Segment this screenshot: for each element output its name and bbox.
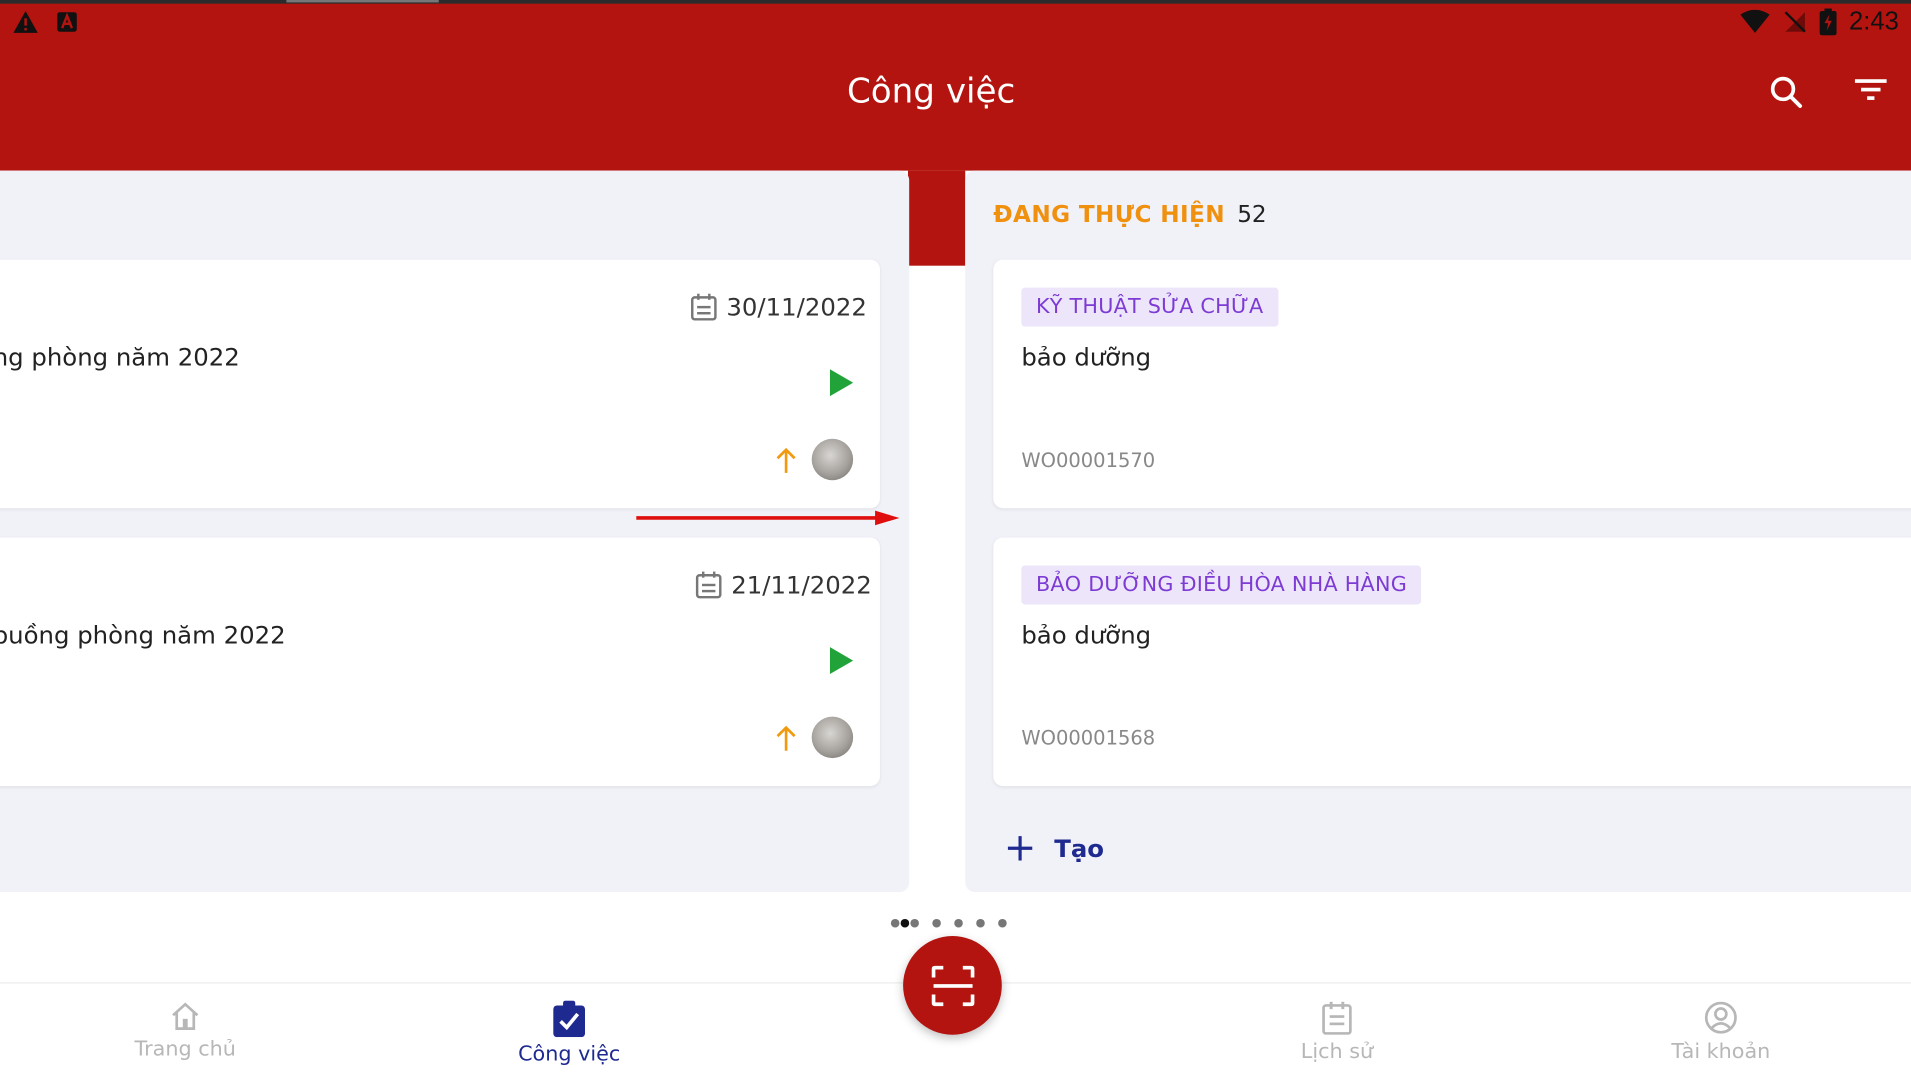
home-icon [172, 1002, 199, 1030]
page-dot[interactable] [932, 918, 941, 928]
status-bar-right: 2:43 [1739, 7, 1899, 36]
column-status-name: ĐANG THỰC HIỆN [993, 201, 1225, 228]
due-date: 30/11/2022 [726, 292, 867, 322]
page-dot[interactable] [976, 918, 985, 928]
page-dot[interactable] [890, 918, 900, 928]
nav-label: Tài khoản [1671, 1039, 1771, 1064]
priority-up-arrow-icon [776, 725, 796, 751]
history-calendar-icon [1322, 1001, 1352, 1035]
calendar-icon [691, 293, 717, 321]
plus-icon [1007, 836, 1033, 861]
assignee-avatar[interactable] [811, 716, 854, 759]
status-bar-segment [286, 0, 439, 3]
nav-label: Lịch sử [1300, 1039, 1374, 1064]
due-date: 21/11/2022 [731, 570, 872, 600]
nav-label: Công việc [518, 1042, 621, 1067]
play-icon[interactable] [828, 368, 855, 397]
app-screen: 2:43 Công việc 30/11/2022 ng phòng năm 2… [0, 0, 1911, 1080]
column-title: ĐANG THỰC HIỆN 52 [993, 201, 1266, 228]
scan-button[interactable] [903, 936, 1002, 1035]
task-title: bảo dưỡng [1021, 342, 1152, 372]
page-title: Công việc [846, 70, 1016, 111]
nav-item-history[interactable]: Lịch sử [1215, 1001, 1459, 1064]
status-time: 2:43 [1848, 7, 1899, 36]
nav-item-home[interactable]: Trang chủ [63, 1001, 307, 1062]
wifi-icon [1740, 9, 1770, 33]
assignee-avatar[interactable] [811, 438, 854, 481]
page-dot[interactable] [998, 918, 1007, 928]
work-order-code: WO00001570 [1021, 448, 1156, 472]
nav-item-account[interactable]: Tài khoản [1599, 1001, 1843, 1064]
no-signal-icon [1784, 11, 1806, 33]
header-extension [907, 170, 966, 266]
add-task-label: Tạo [1054, 833, 1105, 863]
page-dot[interactable] [910, 918, 919, 928]
play-icon[interactable] [828, 646, 855, 675]
category-tag: BẢO DƯỠNG ĐIỀU HÒA NHÀ HÀNG [1021, 565, 1422, 605]
filter-icon[interactable] [1851, 73, 1890, 112]
notification-a-icon [57, 12, 77, 32]
task-title: bảo dưỡng [1021, 620, 1152, 650]
nav-label: Trang chủ [134, 1037, 236, 1062]
account-icon [1704, 1001, 1737, 1034]
nav-item-tasks[interactable]: Công việc [447, 1000, 691, 1067]
category-tag: KỸ THUẬT SỬA CHỮA [1021, 287, 1279, 327]
battery-charging-icon [1819, 8, 1837, 36]
warning-icon [13, 10, 38, 33]
page-dot-active[interactable] [900, 918, 910, 928]
priority-up-arrow-icon [776, 447, 796, 473]
work-order-code: WO00001568 [1021, 726, 1156, 750]
calendar-icon [695, 571, 722, 599]
status-bar-left [12, 10, 78, 34]
task-check-icon [553, 1000, 585, 1038]
task-title: buồng phòng năm 2022 [0, 620, 286, 650]
search-icon[interactable] [1767, 73, 1806, 112]
swipe-right-arrow-icon [636, 510, 900, 526]
task-title: ng phòng năm 2022 [0, 342, 240, 372]
page-indicator [890, 918, 1007, 928]
page-dot[interactable] [954, 918, 963, 928]
add-task-button[interactable]: Tạo [1005, 834, 1104, 863]
scan-icon [931, 965, 974, 1006]
column-count: 52 [1237, 201, 1267, 228]
